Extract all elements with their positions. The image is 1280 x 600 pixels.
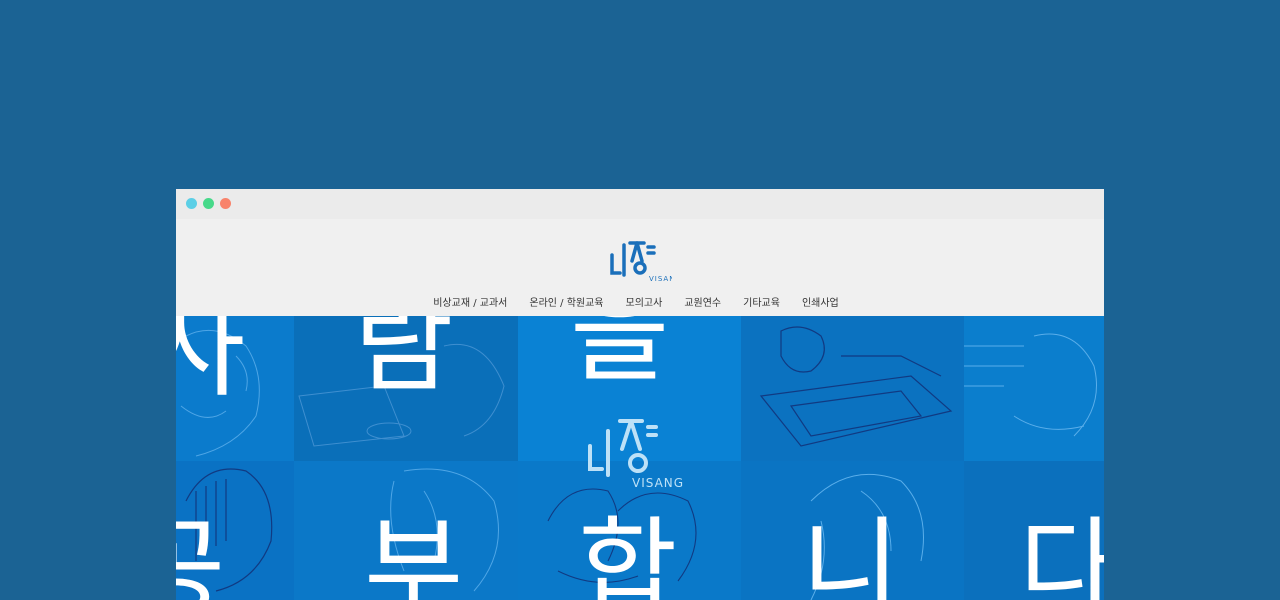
nav-item-other-education[interactable]: 기타교육 bbox=[743, 294, 780, 309]
hero-char-4: 공 bbox=[176, 516, 225, 600]
hero-tile-7: 부 bbox=[294, 461, 518, 600]
nav-item-mock-exam[interactable]: 모의고사 bbox=[626, 294, 663, 309]
hero-visang-watermark: VISANG bbox=[580, 411, 700, 501]
window-close-button[interactable] bbox=[220, 198, 231, 209]
hero-tile-5 bbox=[964, 316, 1104, 461]
nav-item-online-academy[interactable]: 온라인 / 학원교육 bbox=[529, 294, 603, 309]
window-titlebar bbox=[176, 189, 1104, 219]
hero-char-7: 니 bbox=[801, 507, 901, 600]
site-header: VISANG 비상교재 / 교과서 온라인 / 학원교육 모의고사 교원연수 기… bbox=[176, 219, 1104, 316]
hero-tile-4 bbox=[741, 316, 964, 461]
hero-tile-1: 사 bbox=[176, 316, 294, 461]
hero-char-3: 을 bbox=[570, 316, 670, 397]
nav-item-textbooks[interactable]: 비상교재 / 교과서 bbox=[433, 294, 507, 309]
hero-banner: 사 람 을 부 합 니 다 VISANG bbox=[176, 316, 1104, 600]
sketch-illustration bbox=[759, 326, 953, 447]
nav-item-printing[interactable]: 인쇄사업 bbox=[802, 294, 839, 309]
hero-tile-2: 람 bbox=[294, 316, 518, 461]
hero-char-1: 사 bbox=[176, 316, 246, 412]
hero-tile-10: 다 bbox=[964, 461, 1104, 600]
hero-char-5: 부 bbox=[364, 507, 464, 600]
hero-watermark-text: VISANG bbox=[632, 476, 685, 490]
window-minimize-button[interactable] bbox=[186, 198, 197, 209]
visang-logo-icon bbox=[588, 419, 658, 477]
browser-window: VISANG 비상교재 / 교과서 온라인 / 학원교육 모의고사 교원연수 기… bbox=[176, 189, 1104, 600]
nav-item-teacher-training[interactable]: 교원연수 bbox=[684, 294, 721, 309]
window-maximize-button[interactable] bbox=[203, 198, 214, 209]
hero-char-2: 람 bbox=[354, 316, 454, 407]
main-nav: 비상교재 / 교과서 온라인 / 학원교육 모의고사 교원연수 기타교육 인쇄사… bbox=[176, 294, 1104, 309]
hero-tile-9: 니 bbox=[741, 461, 964, 600]
sketch-illustration bbox=[964, 333, 1097, 437]
hero-tile-6: 공 bbox=[176, 461, 294, 600]
logo-wordmark: VISANG bbox=[649, 275, 672, 283]
visang-logo[interactable]: VISANG bbox=[608, 235, 672, 285]
hero-char-6: 합 bbox=[578, 507, 678, 600]
hero-char-8: 다 bbox=[1019, 507, 1104, 600]
